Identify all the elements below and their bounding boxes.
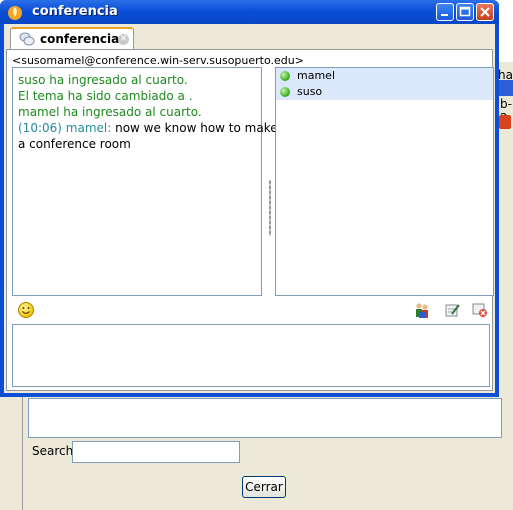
- message-sender: mamel:: [65, 121, 112, 135]
- invite-users-icon[interactable]: [414, 302, 430, 318]
- emoticon-icon[interactable]: [18, 302, 34, 318]
- change-subject-icon[interactable]: [444, 302, 460, 318]
- participant-name: suso: [297, 85, 323, 98]
- participant-name: mamel: [297, 69, 335, 82]
- search-input[interactable]: [72, 441, 240, 463]
- search-label: Search: [32, 444, 74, 458]
- tab-label: conferencia: [40, 32, 120, 46]
- message-text: now we know how to make: [111, 121, 278, 135]
- tab-conferencia[interactable]: conferencia ✕: [10, 27, 134, 49]
- app-flame-icon: [8, 6, 22, 20]
- message-input[interactable]: [12, 324, 490, 387]
- chat-toolbar: [12, 301, 490, 321]
- title-bar[interactable]: conferencia: [0, 0, 499, 24]
- system-message: El tema ha sido cambiado a .: [18, 89, 193, 103]
- participant-item[interactable]: mamel: [276, 68, 493, 84]
- minimize-button[interactable]: [436, 3, 454, 21]
- background-scroll-strip: [497, 80, 513, 96]
- online-status-icon: [280, 87, 290, 97]
- close-window-button[interactable]: [476, 3, 494, 21]
- maximize-button[interactable]: [456, 3, 474, 21]
- online-status-icon: [280, 71, 290, 81]
- tab-close-icon[interactable]: ✕: [118, 34, 129, 45]
- room-address: <susomamel@conference.win-serv.susopuert…: [12, 54, 304, 67]
- minimize-icon: [441, 14, 448, 16]
- background-close-icon[interactable]: [499, 115, 511, 129]
- window-client-area: conferencia ✕ <susomamel@conference.win-…: [4, 24, 495, 393]
- maximize-icon: [459, 6, 471, 17]
- window-title: conferencia: [32, 4, 118, 19]
- destroy-room-icon[interactable]: [472, 302, 488, 318]
- participant-item[interactable]: suso: [276, 84, 493, 100]
- chat-message: (10:06) mamel: now we know how to make: [18, 120, 278, 136]
- conference-panel: <susomamel@conference.win-serv.susopuert…: [6, 49, 494, 391]
- conference-chat-icon: [19, 32, 35, 46]
- message-timestamp: (10:06): [18, 121, 62, 135]
- split-pane-divider[interactable]: [269, 180, 271, 236]
- participant-list[interactable]: mamel suso: [275, 67, 494, 296]
- system-message: suso ha ingresado al cuarto.: [18, 73, 188, 87]
- chat-transcript[interactable]: suso ha ingresado al cuarto. El tema ha …: [12, 67, 278, 296]
- close-icon: [480, 7, 490, 17]
- system-message: mamel ha ingresado al cuarto.: [18, 105, 202, 119]
- close-button[interactable]: Cerrar: [242, 476, 286, 498]
- conference-window: conferencia conferencia ✕ <susomamel@con…: [0, 0, 499, 397]
- background-list[interactable]: [28, 398, 502, 438]
- message-text-continued: a conference room: [18, 137, 131, 151]
